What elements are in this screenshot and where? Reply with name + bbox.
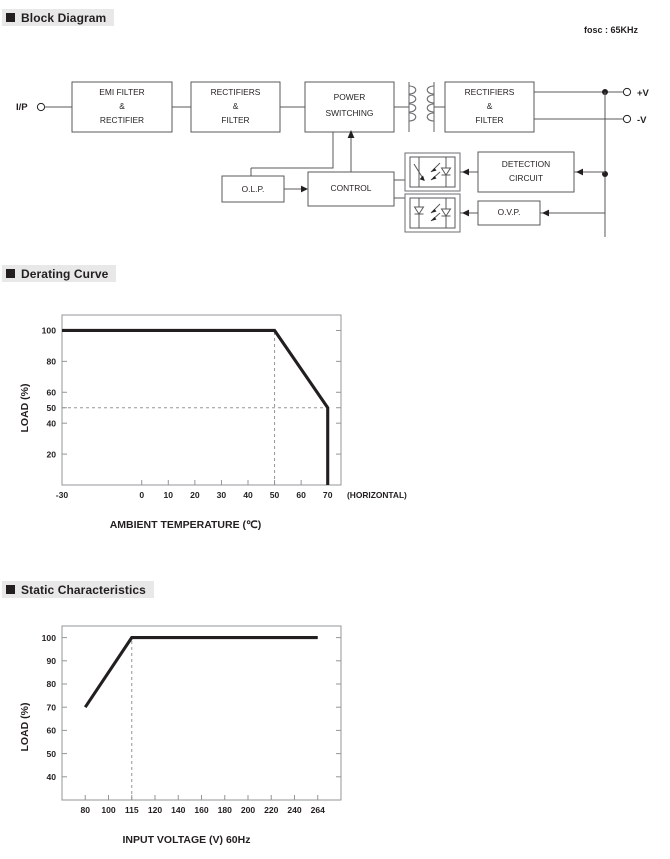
- x-tick-label: 220: [264, 805, 279, 815]
- static-characteristics-chart: 80 100 115 120 140 160 180 200 220 240 264 40 50 60 70…: [19, 625, 342, 846]
- block-power-switching-line-1: POWER: [334, 92, 366, 102]
- x-tick-label: 160: [194, 805, 209, 815]
- block-emi-filter-line-1: EMI FILTER: [99, 87, 144, 97]
- block-rect-in-line-3: FILTER: [221, 115, 249, 125]
- x-tick-label: 20: [190, 490, 200, 500]
- x-tick-label: 0: [139, 490, 144, 500]
- input-terminal-icon: [36, 102, 46, 112]
- x-tick-label: 50: [270, 490, 280, 500]
- wire-power-to-olp: [251, 132, 334, 169]
- y-tick-label: 60: [46, 726, 56, 736]
- x-tick-label: 240: [287, 805, 302, 815]
- x-tick-label: 120: [148, 805, 163, 815]
- section-title: Block Diagram: [21, 10, 107, 25]
- x-tick-label: -30: [56, 490, 69, 500]
- arrow-detection-in: [576, 168, 583, 176]
- y-tick-label: 100: [42, 326, 57, 336]
- wire-control-to-opto2: [394, 197, 406, 203]
- horizontal-annotation: (HORIZONTAL): [347, 490, 407, 500]
- section-header-derating-curve: Derating Curve: [2, 265, 117, 282]
- y-axis-label: LOAD (%): [19, 703, 31, 752]
- y-axis-label: LOAD (%): [19, 384, 31, 433]
- derating-curve-chart: -30 0 10 20 30 40 50 60 70 20 40 50 60 80 100 (HORIZONT…: [19, 314, 407, 531]
- block-ovp-label: O.V.P.: [498, 207, 521, 217]
- arrow-opto2-in: [462, 209, 469, 217]
- y-tick-label: 50: [46, 403, 56, 413]
- block-rect-in-line-2: &: [233, 101, 239, 111]
- x-tick-label: 100: [101, 805, 116, 815]
- arrow-control-in: [301, 185, 308, 193]
- x-tick-label: 60: [296, 490, 306, 500]
- optocoupler-icon-2: [404, 193, 461, 233]
- x-tick-label: 40: [243, 490, 253, 500]
- block-emi-filter-line-2: &: [119, 101, 125, 111]
- arrow-ovp-in: [542, 209, 549, 217]
- section-bullet-icon: [6, 585, 15, 594]
- x-tick-label: 80: [80, 805, 90, 815]
- y-tick-label: 60: [46, 387, 56, 397]
- y-tick-label: 20: [46, 449, 56, 459]
- block-power-switching-line-2: SWITCHING: [326, 108, 374, 118]
- output-label-negative: -V: [637, 115, 647, 126]
- section-bullet-icon: [6, 269, 15, 278]
- block-power-switching: [304, 81, 395, 133]
- x-tick-label: 10: [164, 490, 174, 500]
- section-header-static-characteristics: Static Characteristics: [2, 581, 154, 598]
- y-tick-label: 80: [46, 357, 56, 367]
- output-terminal-positive-icon: [622, 87, 632, 97]
- block-rect-out-line-3: FILTER: [475, 115, 503, 125]
- x-tick-label: 115: [125, 805, 139, 815]
- block-emi-filter-line-3: RECTIFIER: [100, 115, 144, 125]
- output-terminal-negative-icon: [622, 114, 632, 124]
- y-tick-label: 100: [42, 633, 57, 643]
- plot-frame: [61, 314, 342, 486]
- fosc-note: fosc : 65KHz: [584, 25, 639, 35]
- plot-frame: [61, 625, 342, 801]
- block-diagram: I/P EMI FILTER & RECTIFIER RECTIFIERS & …: [16, 81, 650, 237]
- y-tick-label: 80: [46, 679, 56, 689]
- block-rect-out-line-2: &: [487, 101, 493, 111]
- block-olp-label: O.L.P.: [242, 184, 265, 194]
- section-title: Static Characteristics: [21, 582, 146, 597]
- block-rect-in-line-1: RECTIFIERS: [211, 87, 261, 97]
- y-tick-label: 70: [46, 702, 56, 712]
- optocoupler-icon-1: [404, 152, 461, 192]
- x-axis-label: INPUT VOLTAGE (V) 60Hz: [123, 834, 251, 846]
- block-detection-circuit: [477, 151, 575, 193]
- block-detection-line-1: DETECTION: [502, 159, 550, 169]
- transformer-icon: [408, 82, 435, 132]
- x-tick-label: 30: [217, 490, 227, 500]
- wire-control-to-opto1: [394, 172, 406, 181]
- y-tick-label: 40: [46, 418, 56, 428]
- section-title: Derating Curve: [21, 266, 109, 281]
- y-tick-label: 90: [46, 656, 56, 666]
- block-detection-line-2: CIRCUIT: [509, 173, 543, 183]
- section-bullet-icon: [6, 13, 15, 22]
- y-tick-label: 40: [46, 772, 56, 782]
- x-axis-label: AMBIENT TEMPERATURE (℃): [110, 519, 262, 531]
- x-tick-label: 200: [241, 805, 256, 815]
- y-tick-label: 50: [46, 749, 56, 759]
- x-tick-label: 180: [218, 805, 233, 815]
- x-tick-label: 264: [311, 805, 326, 815]
- arrow-opto1-in: [462, 168, 469, 176]
- block-control-label: CONTROL: [331, 183, 372, 193]
- section-header-block-diagram: Block Diagram: [2, 9, 115, 26]
- output-label-positive: +V: [637, 88, 650, 99]
- x-tick-label: 140: [171, 805, 186, 815]
- block-rect-out-line-1: RECTIFIERS: [465, 87, 515, 97]
- input-terminal-label: I/P: [16, 102, 28, 113]
- x-tick-label: 70: [323, 490, 333, 500]
